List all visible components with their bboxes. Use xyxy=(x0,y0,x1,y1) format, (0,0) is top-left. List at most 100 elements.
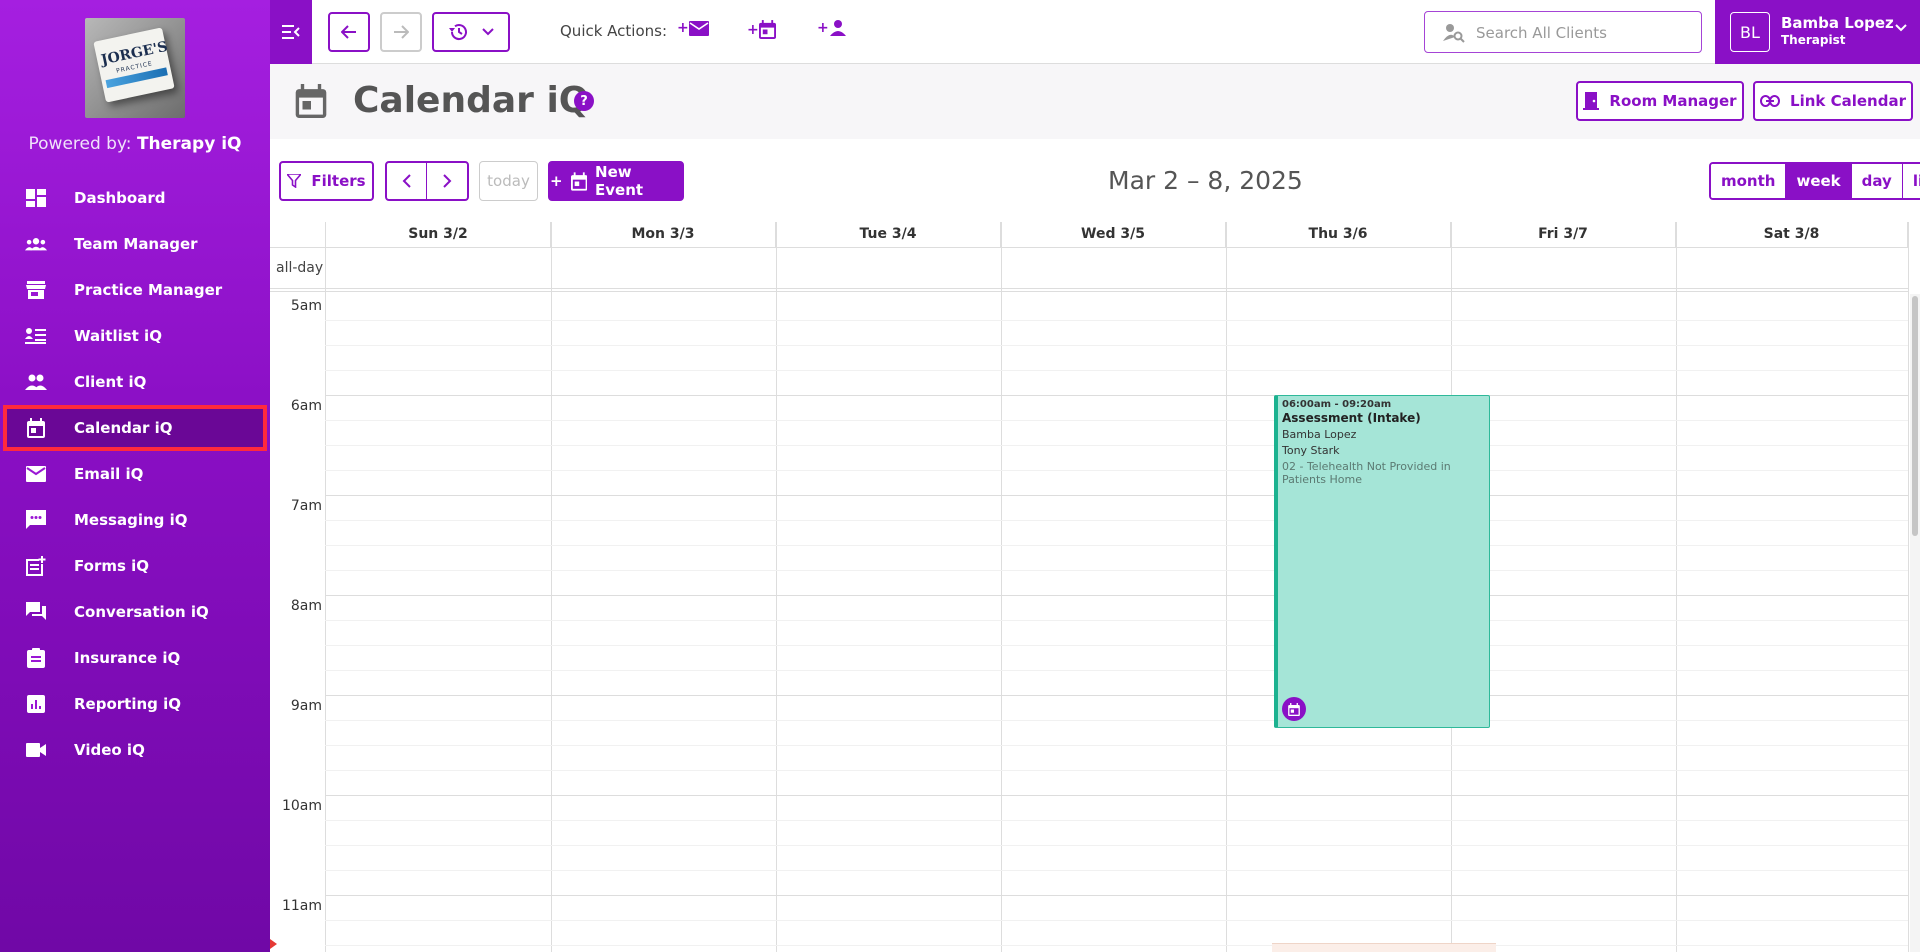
quick-action-email[interactable]: + xyxy=(677,20,709,36)
all-day-row[interactable] xyxy=(270,248,1908,292)
forward-button[interactable] xyxy=(380,12,422,52)
menu-toggle-button[interactable] xyxy=(270,0,312,64)
powered-by-brand: Therapy iQ xyxy=(136,134,242,154)
person-icon xyxy=(829,20,846,36)
plus-label: + xyxy=(550,172,563,190)
plus-label: + xyxy=(677,20,689,36)
door-icon xyxy=(1583,92,1600,110)
event-client: Tony Stark xyxy=(1282,444,1340,457)
now-indicator xyxy=(270,939,277,949)
sidebar-item-calendar[interactable]: Calendar iQ xyxy=(3,405,267,451)
sidebar: JORGE'S PRACTICE Powered by: Therapy iQ … xyxy=(0,0,270,952)
practice-logo[interactable]: JORGE'S PRACTICE xyxy=(85,18,185,118)
day-header[interactable]: Tue 3/4 xyxy=(776,222,1001,248)
time-label: 11am xyxy=(281,898,322,914)
chevron-down-icon xyxy=(1895,24,1907,32)
event-calendar-icon[interactable] xyxy=(1282,697,1306,721)
sidebar-item-waitlist[interactable]: Waitlist iQ xyxy=(0,313,270,359)
quick-action-event[interactable]: + xyxy=(747,20,776,39)
help-icon[interactable]: ? xyxy=(574,91,594,111)
chevron-left-icon xyxy=(402,174,411,188)
event-title: Assessment (Intake) xyxy=(1282,411,1421,425)
day-header[interactable]: Thu 3/6 xyxy=(1226,222,1451,248)
sidebar-item-conversation[interactable]: Conversation iQ xyxy=(0,589,270,635)
sidebar-item-insurance[interactable]: Insurance iQ xyxy=(0,635,270,681)
waitlist-icon xyxy=(25,326,47,346)
view-list-button[interactable]: list xyxy=(1902,164,1920,198)
room-manager-label: Room Manager xyxy=(1609,92,1737,110)
sidebar-item-label: Messaging iQ xyxy=(74,511,188,529)
sidebar-item-label: Practice Manager xyxy=(74,281,223,299)
page-header: Calendar iQ ? Room Manager Link Calendar xyxy=(270,64,1920,139)
store-icon xyxy=(25,280,47,300)
calendar-event[interactable]: 06:00am - 09:20am Assessment (Intake) Ba… xyxy=(1274,395,1490,728)
people-icon xyxy=(25,372,47,392)
user-role: Therapist xyxy=(1781,33,1846,47)
powered-by: Powered by: Therapy iQ xyxy=(0,134,270,154)
back-button[interactable] xyxy=(328,12,370,52)
sidebar-item-label: Dashboard xyxy=(74,189,166,207)
prev-week-button[interactable] xyxy=(387,163,428,199)
top-bar: Quick Actions: + + + Search All Clients … xyxy=(270,0,1920,64)
filters-button[interactable]: Filters xyxy=(279,161,374,201)
search-clients-input[interactable]: Search All Clients xyxy=(1424,11,1702,53)
avatar: BL xyxy=(1730,12,1770,52)
history-icon xyxy=(449,24,467,41)
link-calendar-label: Link Calendar xyxy=(1790,92,1906,110)
sidebar-item-practice-manager[interactable]: Practice Manager xyxy=(0,267,270,313)
day-header[interactable]: Sat 3/8 xyxy=(1676,222,1908,248)
view-week-button[interactable]: week xyxy=(1786,164,1852,198)
room-manager-button[interactable]: Room Manager xyxy=(1576,81,1744,121)
sidebar-item-label: Client iQ xyxy=(74,373,147,391)
sidebar-item-label: Waitlist iQ xyxy=(74,327,162,345)
calendar-icon xyxy=(25,418,47,438)
sidebar-item-label: Team Manager xyxy=(74,235,198,253)
next-event-edge[interactable] xyxy=(1272,943,1496,952)
time-label: 9am xyxy=(290,698,322,714)
sidebar-item-video[interactable]: Video iQ xyxy=(0,727,270,773)
team-icon xyxy=(25,234,47,254)
day-header[interactable]: Wed 3/5 xyxy=(1001,222,1226,248)
new-event-button[interactable]: + New Event xyxy=(548,161,684,201)
arrow-left-icon xyxy=(341,25,356,39)
sidebar-item-email[interactable]: Email iQ xyxy=(0,451,270,497)
time-label: 10am xyxy=(281,798,322,814)
sidebar-item-forms[interactable]: Forms iQ xyxy=(0,543,270,589)
link-calendar-button[interactable]: Link Calendar xyxy=(1753,81,1913,121)
time-label: 8am xyxy=(290,598,322,614)
next-week-button[interactable] xyxy=(427,163,467,199)
filters-label: Filters xyxy=(311,172,366,190)
sidebar-item-label: Forms iQ xyxy=(74,557,150,575)
quick-actions-label: Quick Actions: xyxy=(560,22,668,40)
view-day-button[interactable]: day xyxy=(1851,164,1903,198)
date-range: Mar 2 – 8, 2025 xyxy=(1108,166,1303,195)
sidebar-item-reporting[interactable]: Reporting iQ xyxy=(0,681,270,727)
sidebar-item-label: Insurance iQ xyxy=(74,649,181,667)
history-dropdown[interactable] xyxy=(432,12,510,52)
time-label: 6am xyxy=(290,398,322,414)
dashboard-icon xyxy=(25,188,47,208)
mail-icon xyxy=(25,464,47,484)
calendar-scroll-thumb[interactable] xyxy=(1912,296,1918,536)
sidebar-item-messaging[interactable]: Messaging iQ xyxy=(0,497,270,543)
view-month-button[interactable]: month xyxy=(1711,164,1787,198)
user-menu[interactable]: BL Bamba Lopez Therapist xyxy=(1715,0,1920,64)
today-button[interactable]: today xyxy=(479,161,538,201)
powered-by-prefix: Powered by: xyxy=(28,134,132,154)
sidebar-item-label: Reporting iQ xyxy=(74,695,182,713)
sidebar-item-client[interactable]: Client iQ xyxy=(0,359,270,405)
time-gutter-header xyxy=(270,222,326,248)
sidebar-item-dashboard[interactable]: Dashboard xyxy=(0,175,270,221)
arrow-right-icon xyxy=(394,25,409,39)
sidebar-item-label: Video iQ xyxy=(74,741,145,759)
sidebar-item-label: Email iQ xyxy=(74,465,144,483)
day-header[interactable]: Mon 3/3 xyxy=(551,222,776,248)
chevron-down-icon xyxy=(482,28,494,36)
calendar-icon xyxy=(295,84,327,118)
day-header[interactable]: Fri 3/7 xyxy=(1451,222,1676,248)
time-label: 7am xyxy=(290,498,322,514)
quick-action-client[interactable]: + xyxy=(817,20,847,36)
day-header[interactable]: Sun 3/2 xyxy=(326,222,551,248)
sidebar-item-team-manager[interactable]: Team Manager xyxy=(0,221,270,267)
view-switcher: month week day list xyxy=(1709,162,1920,200)
